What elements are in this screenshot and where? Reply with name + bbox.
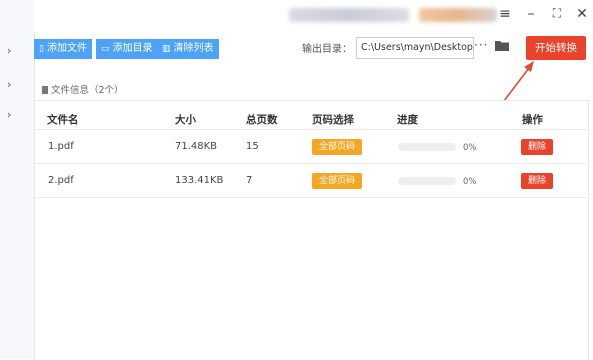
minimize-icon[interactable]: –: [522, 6, 540, 22]
chevron-icon: ›: [7, 44, 12, 57]
menu-icon[interactable]: ≡: [496, 6, 514, 22]
start-convert-button[interactable]: 开始转换: [526, 36, 586, 60]
header-progress: 进度: [397, 114, 418, 126]
page-count: 7: [246, 175, 253, 186]
page-count: 15: [246, 141, 259, 152]
file-name: 1.pdf: [48, 141, 74, 152]
progress-bar: [398, 143, 456, 151]
header-filename: 文件名: [47, 114, 79, 126]
divider: [35, 129, 587, 130]
fullscreen-icon[interactable]: ⛶: [548, 6, 566, 21]
page-select-button[interactable]: 全部页码: [312, 139, 362, 155]
progress-percent: 0%: [463, 177, 477, 187]
progress-percent: 0%: [463, 143, 477, 153]
file-size: 71.48KB: [175, 141, 218, 152]
left-sidebar-strip: › › ›: [0, 0, 35, 359]
chevron-icon: ›: [7, 78, 12, 91]
output-path-input[interactable]: C:\Users\mayn\Desktop: [356, 37, 474, 59]
divider: [35, 197, 587, 198]
blurred-user-info: [289, 8, 409, 22]
page-select-button[interactable]: 全部页码: [312, 173, 362, 189]
header-pages: 总页数: [246, 114, 278, 126]
progress-bar: [398, 177, 456, 185]
file-name: 2.pdf: [48, 175, 74, 186]
blurred-avatar-info: [419, 8, 497, 22]
clear-list-button[interactable]: ▥ 清除列表: [157, 39, 219, 59]
delete-button[interactable]: 删除: [521, 139, 553, 155]
delete-button[interactable]: 删除: [521, 173, 553, 189]
folder-open-icon[interactable]: [495, 40, 509, 51]
document-icon: [42, 86, 48, 94]
file-icon: ▯: [39, 44, 44, 54]
more-options-button[interactable]: ···: [474, 38, 488, 52]
divider: [35, 163, 587, 164]
file-size: 133.41KB: [175, 175, 224, 186]
file-info-label: 文件信息（2个）: [42, 82, 124, 96]
folder-icon: ▭: [101, 44, 110, 54]
add-folder-button[interactable]: ▭ 添加目录: [96, 39, 158, 59]
header-page-select: 页码选择: [312, 114, 354, 126]
output-dir-label: 输出目录：: [302, 44, 352, 55]
header-action: 操作: [522, 114, 543, 126]
chevron-icon: ›: [7, 108, 12, 121]
close-icon[interactable]: ✕: [573, 6, 591, 22]
header-size: 大小: [175, 114, 196, 126]
trash-icon: ▥: [162, 44, 171, 54]
add-file-button[interactable]: ▯ 添加文件: [34, 39, 92, 59]
